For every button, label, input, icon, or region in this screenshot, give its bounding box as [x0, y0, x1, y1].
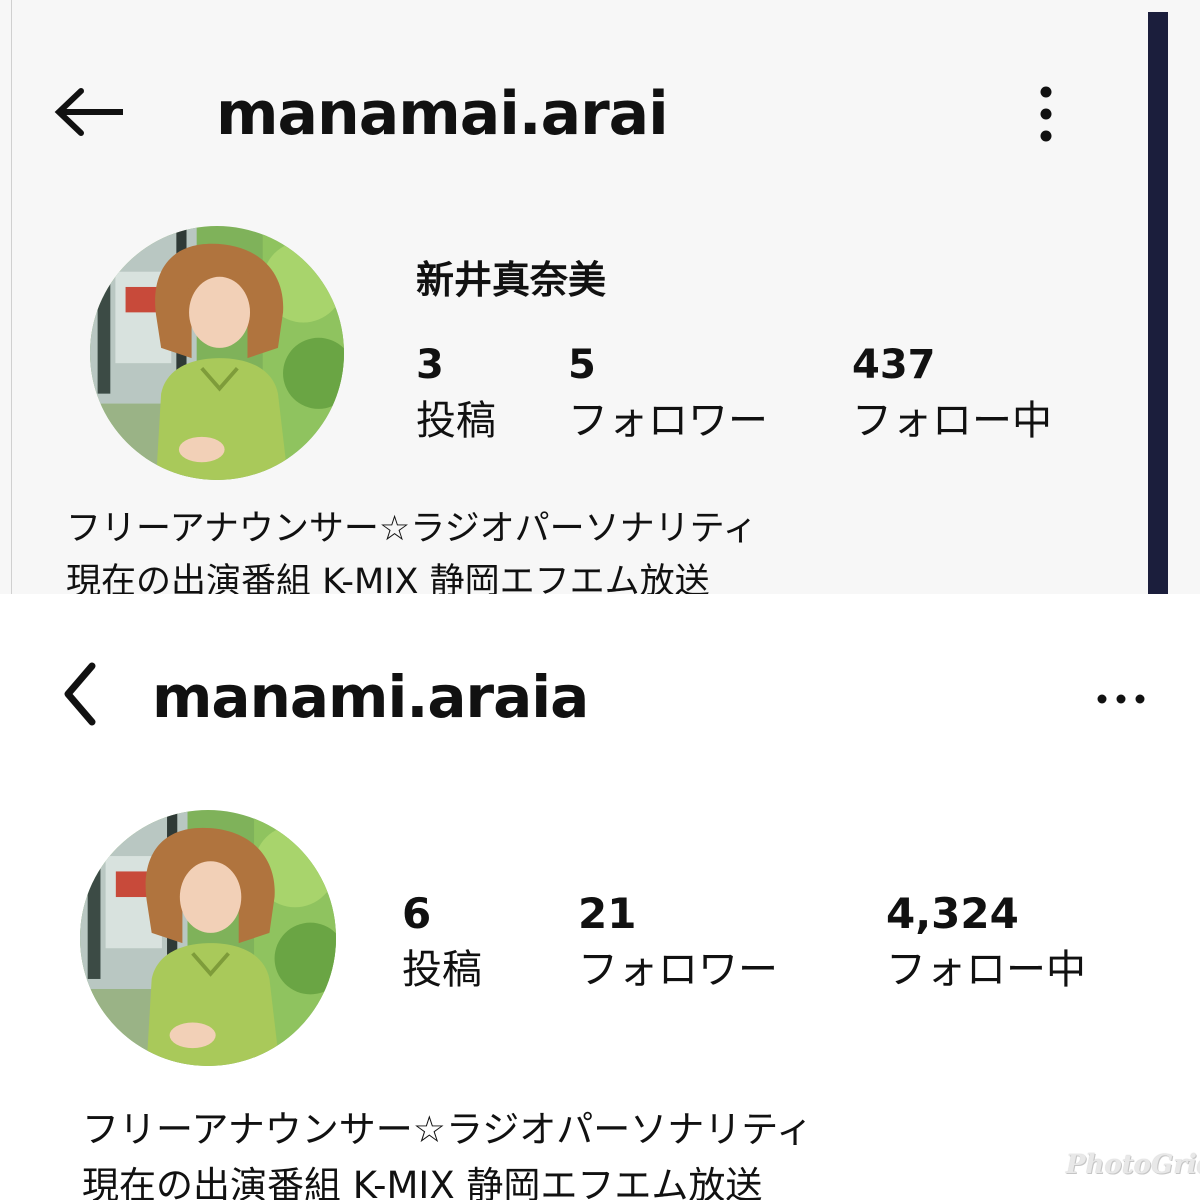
profile-avatar[interactable]	[80, 810, 336, 1066]
username: manamai.arai	[216, 79, 669, 149]
back-button[interactable]	[48, 80, 130, 144]
more-horizontal-icon	[1097, 694, 1145, 704]
stat-label: フォロワー	[568, 398, 768, 444]
watermark-logo: PhotoGrid	[1066, 1150, 1200, 1180]
stat-value: 4,324	[886, 889, 1019, 938]
stat-posts[interactable]: 3 投稿	[416, 338, 556, 450]
avatar-photo	[80, 810, 336, 1066]
stat-label: 投稿	[416, 398, 496, 444]
back-button[interactable]	[52, 658, 108, 730]
bio-line: フリーアナウンサー☆ラジオパーソナリティ	[82, 1108, 813, 1151]
stat-value: 5	[568, 342, 596, 388]
stat-label: フォロー中	[852, 398, 1052, 444]
profile-avatar[interactable]	[90, 226, 344, 480]
stat-value: 21	[578, 889, 637, 938]
more-vertical-icon	[1040, 86, 1052, 142]
bio-line: フリーアナウンサー☆ラジオパーソナリティ	[66, 509, 758, 549]
options-button[interactable]	[1026, 84, 1066, 144]
stat-value: 437	[852, 342, 936, 388]
stat-value: 6	[402, 889, 432, 938]
top-profile-screenshot: manamai.arai 新井真奈美 3 投稿 5 フォロワー 437 フォロー…	[0, 0, 1200, 594]
stat-followers[interactable]: 21 フォロワー	[578, 886, 818, 998]
display-name: 新井真奈美	[416, 258, 607, 302]
stat-label: フォロワー	[578, 947, 778, 993]
stat-posts[interactable]: 6 投稿	[402, 886, 552, 998]
screenshot-left-edge	[11, 0, 12, 594]
stat-followers[interactable]: 5 フォロワー	[568, 338, 808, 450]
stat-following[interactable]: 437 フォロー中	[852, 338, 1092, 450]
stat-value: 3	[416, 342, 444, 388]
scroll-bar[interactable]	[1148, 12, 1168, 594]
arrow-left-icon	[54, 88, 123, 136]
username: manami.araia	[152, 663, 589, 731]
bio-line: 現在の出演番組 K-MIX 静岡エフエム放送	[66, 562, 710, 594]
avatar-photo	[90, 226, 344, 480]
options-button[interactable]	[1092, 684, 1150, 714]
chevron-left-icon	[64, 662, 96, 726]
stat-following[interactable]: 4,324 フォロー中	[886, 886, 1126, 998]
stat-label: 投稿	[402, 947, 482, 993]
bio-line: 現在の出演番組 K-MIX 静岡エフエム放送	[82, 1164, 763, 1200]
bottom-profile-screenshot: manami.araia 6 投稿 21 フォロワー 4,324 フォロー中 フ…	[0, 594, 1200, 1200]
stat-label: フォロー中	[886, 947, 1086, 993]
